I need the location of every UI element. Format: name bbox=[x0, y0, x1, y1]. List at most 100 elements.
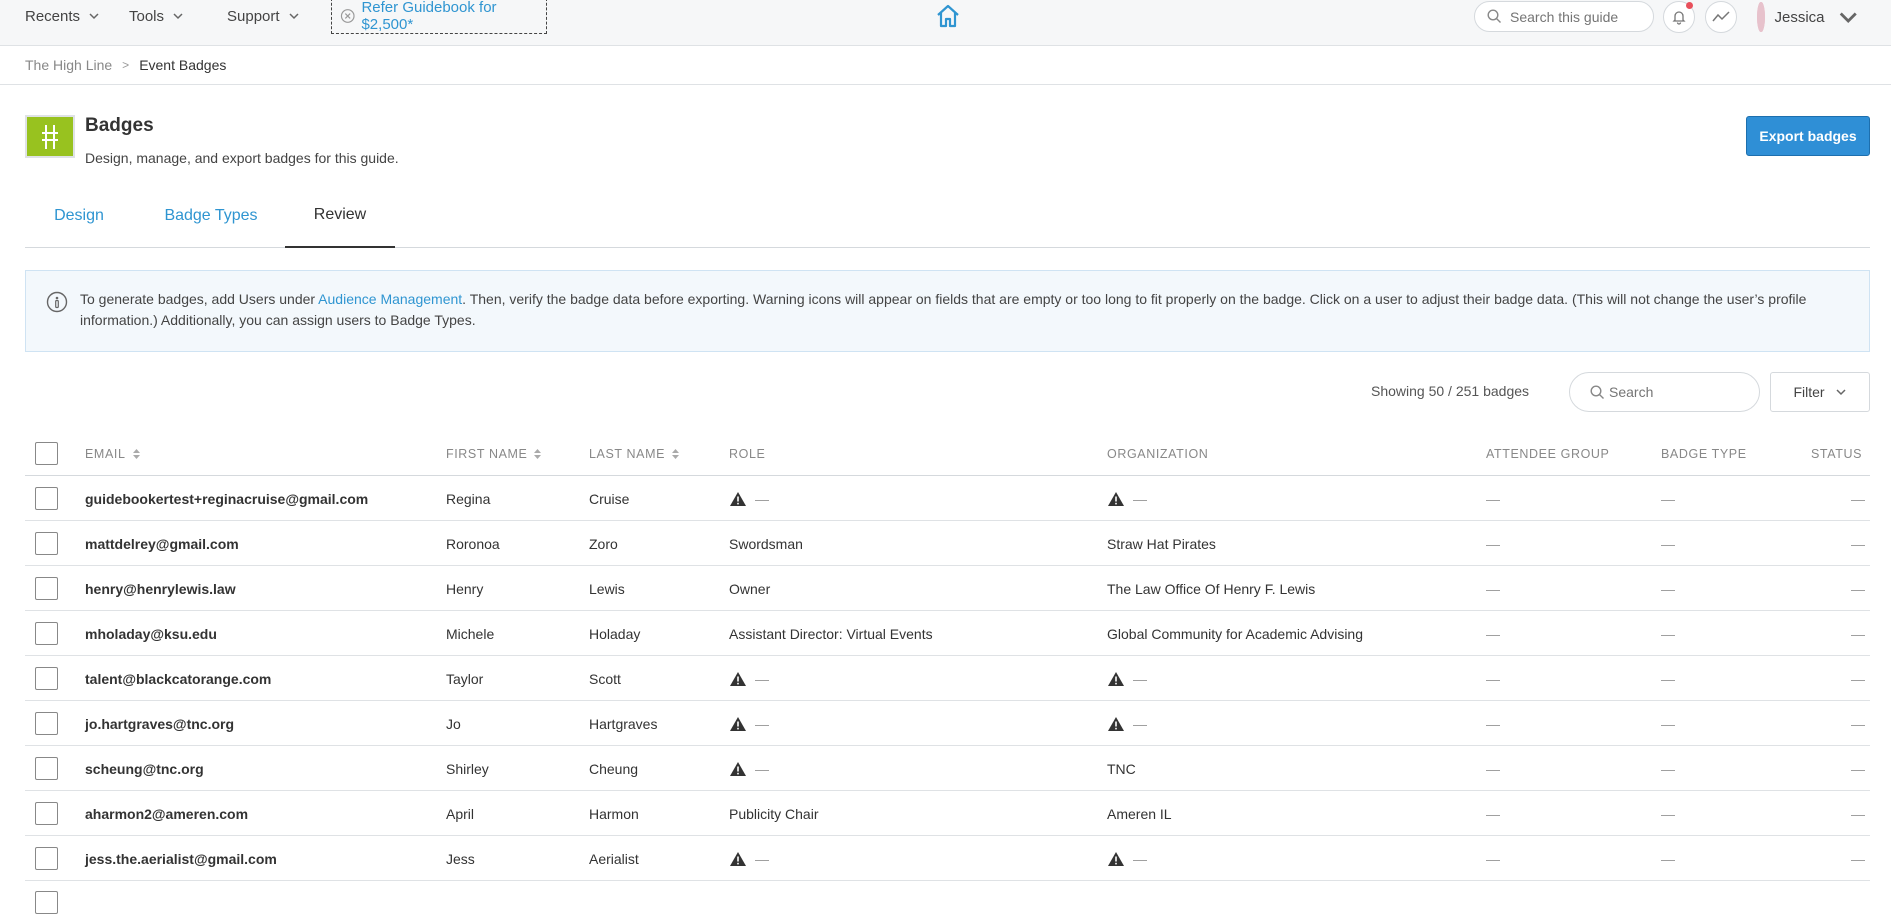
row-checkbox[interactable] bbox=[35, 712, 58, 735]
email-cell-text: scheung@tnc.org bbox=[85, 760, 204, 777]
organization-cell: — bbox=[1107, 656, 1147, 701]
status-cell: — bbox=[1851, 625, 1865, 642]
filter-label: Filter bbox=[1793, 384, 1825, 400]
status-cell: — bbox=[1851, 760, 1865, 777]
warning-icon bbox=[1108, 716, 1124, 731]
last-name-cell-text: Lewis bbox=[589, 580, 625, 597]
breadcrumb-current: Event Badges bbox=[139, 57, 227, 73]
role-cell: — bbox=[729, 476, 769, 521]
table-row[interactable]: aharmon2@ameren.com April Harmon Publicity … bbox=[25, 791, 1870, 836]
status-cell: — bbox=[1851, 580, 1865, 597]
select-all-checkbox[interactable] bbox=[35, 442, 58, 465]
home-icon[interactable] bbox=[934, 2, 962, 30]
empty-value: — bbox=[755, 670, 769, 687]
breadcrumb-parent[interactable]: The High Line bbox=[25, 57, 112, 73]
row-checkbox[interactable] bbox=[35, 487, 58, 510]
role-cell-text: Assistant Director: Virtual Events bbox=[729, 625, 933, 642]
last-name-cell-text: Scott bbox=[589, 670, 621, 687]
table-row[interactable]: henry@henrylewis.law Henry Lewis Owner The L… bbox=[25, 566, 1870, 611]
column-header-email[interactable]: EMAIL bbox=[85, 431, 141, 476]
table-row[interactable]: mattdelrey@gmail.com Roronoa Zoro Swordsman… bbox=[25, 521, 1870, 566]
empty-value: — bbox=[1133, 670, 1147, 687]
notifications-button[interactable] bbox=[1663, 1, 1695, 33]
last-name-cell: Scott bbox=[589, 656, 621, 701]
row-checkbox[interactable] bbox=[35, 757, 58, 780]
email-cell-text: guidebookertest+reginacruise@gmail.com bbox=[85, 490, 369, 507]
organization-cell: The Law Office Of Henry F. Lewis bbox=[1107, 566, 1315, 611]
divider bbox=[0, 84, 1891, 85]
analytics-button[interactable] bbox=[1705, 1, 1737, 33]
row-checkbox[interactable] bbox=[35, 891, 58, 914]
badge-type-cell: — bbox=[1661, 715, 1675, 732]
email-cell-text: henry@henrylewis.law bbox=[85, 580, 236, 597]
attendee-group-cell: — bbox=[1486, 760, 1500, 777]
first-name-cell: Michele bbox=[446, 611, 494, 656]
sort-icon bbox=[534, 448, 542, 459]
attendee-group-cell: — bbox=[1486, 625, 1500, 642]
badge-search[interactable] bbox=[1569, 372, 1760, 412]
guide-search[interactable] bbox=[1474, 1, 1654, 32]
refer-label: Refer Guidebook for $2,500* bbox=[361, 0, 497, 33]
last-name-cell: Holaday bbox=[589, 611, 640, 656]
badge-type-cell: — bbox=[1661, 850, 1675, 867]
filter-button[interactable]: Filter bbox=[1770, 372, 1870, 412]
organization-cell: — bbox=[1107, 476, 1147, 521]
highline-logo-icon bbox=[42, 124, 58, 149]
page-title: Badges bbox=[85, 115, 154, 136]
row-checkbox[interactable] bbox=[35, 532, 58, 555]
refer-banner[interactable]: Refer Guidebook for $2,500* bbox=[331, 0, 547, 34]
chevron-down-icon bbox=[1836, 389, 1846, 396]
last-name-cell: Cheung bbox=[589, 746, 638, 791]
row-checkbox[interactable] bbox=[35, 667, 58, 690]
guide-search-input[interactable] bbox=[1510, 8, 1640, 25]
last-name-cell-text: Harmon bbox=[589, 805, 639, 822]
badge-type-cell: — bbox=[1661, 535, 1675, 552]
badge-search-input[interactable] bbox=[1609, 384, 1749, 400]
chevron-down-icon bbox=[1839, 12, 1857, 23]
row-checkbox[interactable] bbox=[35, 802, 58, 825]
support-menu[interactable]: Support bbox=[227, 0, 300, 32]
table-row[interactable]: jo.hartgraves@tnc.org Jo Hartgraves — — — — — bbox=[25, 701, 1870, 746]
first-name-cell: Regina bbox=[446, 476, 490, 521]
status-cell: — bbox=[1851, 490, 1865, 507]
empty-value: — bbox=[755, 490, 769, 507]
row-checkbox[interactable] bbox=[35, 622, 58, 645]
table-row[interactable]: guidebookertest+reginacruise@gmail.com Re… bbox=[25, 476, 1870, 521]
first-name-cell-text: Michele bbox=[446, 625, 495, 642]
last-name-cell-text: Cheung bbox=[589, 760, 639, 777]
status-cell: — bbox=[1851, 805, 1865, 822]
row-checkbox[interactable] bbox=[35, 847, 58, 870]
tab-design[interactable]: Design bbox=[25, 184, 133, 248]
status-cell: — bbox=[1851, 535, 1865, 552]
tab-review[interactable]: Review bbox=[285, 184, 395, 248]
table-row[interactable]: scheung@tnc.org Shirley Cheung — TNC — — — bbox=[25, 746, 1870, 791]
page-subtitle: Design, manage, and export badges for th… bbox=[85, 150, 399, 166]
top-nav: Recents Tools Support Refer Guidebook fo… bbox=[0, 0, 1891, 46]
breadcrumb-separator-icon: > bbox=[122, 58, 130, 72]
column-header-last-name[interactable]: LAST NAME bbox=[589, 431, 680, 476]
warning-icon bbox=[730, 671, 746, 686]
first-name-cell-text: Henry bbox=[446, 580, 484, 597]
sort-icon bbox=[132, 448, 140, 459]
tab-badge-types[interactable]: Badge Types bbox=[143, 184, 279, 248]
close-circle-icon[interactable] bbox=[340, 8, 355, 24]
guide-logo bbox=[25, 115, 75, 158]
column-header-first-name[interactable]: FIRST NAME bbox=[446, 431, 542, 476]
table-row[interactable]: talent@blackcatorange.com Taylor Scott — — — —… bbox=[25, 656, 1870, 701]
email-cell-text: jo.hartgraves@tnc.org bbox=[85, 715, 235, 732]
table-row[interactable]: jess.the.aerialist@gmail.com Jess Aerialis… bbox=[25, 836, 1870, 881]
row-checkbox[interactable] bbox=[35, 577, 58, 600]
user-menu[interactable]: Jessica bbox=[1757, 0, 1859, 34]
warning-icon bbox=[730, 491, 746, 506]
table-row[interactable]: mholaday@ksu.edu Michele Holaday Assistant … bbox=[25, 611, 1870, 656]
notification-dot bbox=[1686, 2, 1693, 9]
export-badges-button[interactable]: Export badges bbox=[1746, 116, 1870, 156]
table-header: EMAIL FIRST NAME LAST NAME ROLE ORGANIZA… bbox=[25, 431, 1870, 476]
tools-menu[interactable]: Tools bbox=[129, 0, 184, 32]
audience-management-link[interactable]: Audience Management bbox=[318, 291, 462, 307]
empty-value: — bbox=[755, 850, 769, 867]
recents-menu[interactable]: Recents bbox=[25, 0, 100, 32]
first-name-cell-text: Jo bbox=[446, 715, 461, 732]
status-cell: — bbox=[1851, 670, 1865, 687]
organization-cell: Ameren IL bbox=[1107, 791, 1172, 836]
